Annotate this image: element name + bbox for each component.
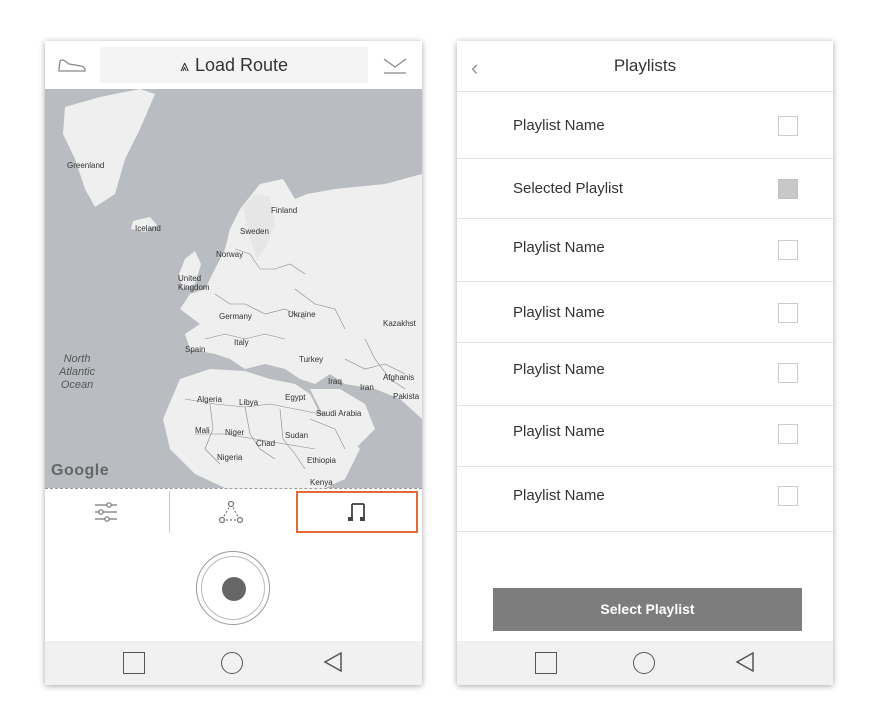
map-label-saudi-arabia: Saudi Arabia [316, 409, 362, 418]
map-label-mali: Mali [195, 426, 210, 435]
map-label-sweden: Sweden [240, 227, 269, 236]
map-label-germany: Germany [219, 312, 252, 321]
map-label-greenland: Greenland [67, 161, 105, 170]
map-label-sudan: Sudan [285, 431, 309, 440]
map-label-libya: Libya [239, 398, 259, 407]
tab-route[interactable] [169, 491, 292, 533]
map-label-afghanistan: Afghanis [383, 373, 415, 382]
playlist-name: Selected Playlist [513, 180, 624, 197]
recents-icon[interactable] [535, 652, 557, 674]
tab-music[interactable] [296, 491, 418, 533]
playlist-checkbox[interactable] [778, 486, 798, 506]
playlist-checkbox[interactable] [778, 363, 798, 383]
recents-icon[interactable] [123, 652, 145, 674]
playlist-name: Playlist Name [513, 239, 605, 256]
map-label-spain: Spain [185, 345, 206, 354]
playlist-checkbox[interactable] [778, 240, 798, 260]
playlist-checkbox[interactable] [778, 424, 798, 444]
music-note-icon [348, 503, 365, 521]
map-label-turkey: Turkey [299, 355, 324, 364]
android-nav-bar [45, 641, 422, 685]
playlist-checkbox[interactable] [778, 179, 798, 199]
record-icon [222, 577, 246, 601]
back-icon[interactable] [322, 651, 344, 673]
map-label-iran: Iran [360, 383, 374, 392]
map-label-ukraine: Ukraine [288, 310, 316, 319]
playlist-row[interactable]: Playlist Name [457, 343, 833, 406]
page-title: Playlists [613, 56, 677, 75]
load-route-text: Load Route [194, 55, 289, 75]
map-label-chad: Chad [256, 439, 276, 448]
top-bar: ⩓ Load Route [45, 41, 422, 89]
playlist-name: Playlist Name [513, 423, 605, 440]
playlist-name: Playlist Name [513, 117, 605, 134]
sliders-icon [95, 502, 117, 522]
mode-tabs [45, 488, 422, 537]
record-area [45, 536, 422, 641]
route-screen: ⩓ Load Route Greenland Iceland Finland S… [45, 41, 422, 685]
playlist-row[interactable]: Playlist Name [457, 406, 833, 467]
tab-settings[interactable] [45, 491, 167, 533]
map-label-finland: Finland [271, 206, 298, 215]
back-icon[interactable] [734, 651, 756, 673]
map-label-kenya: Kenya [310, 478, 333, 487]
map-label-ethiopia: Ethiopia [307, 456, 336, 465]
playlist-row[interactable]: Playlist Name [457, 282, 833, 343]
playlist-checkbox[interactable] [778, 116, 798, 136]
select-playlist-button[interactable]: Select Playlist [493, 588, 802, 631]
map-label-pakistan: Pakista [393, 392, 420, 401]
playlist-row[interactable]: Playlist Name [457, 467, 833, 532]
home-icon[interactable] [221, 652, 243, 674]
playlist-row[interactable]: Playlist Name [457, 219, 833, 282]
shoe-icon[interactable] [57, 55, 87, 75]
map-label-kazakhstan: Kazakhst [383, 319, 416, 328]
record-button[interactable] [196, 551, 270, 625]
playlists-header: ‹ Playlists [457, 41, 833, 92]
map-label-iceland: Iceland [135, 224, 161, 233]
home-icon[interactable] [633, 652, 655, 674]
route-nodes-icon [218, 500, 244, 524]
playlist-name: Playlist Name [513, 361, 605, 378]
load-route-button[interactable]: ⩓ Load Route [100, 47, 368, 83]
map-label-ocean: North Atlantic Ocean [59, 353, 96, 391]
android-nav-bar [457, 641, 833, 685]
map-label-uk: United Kingdom [178, 274, 210, 292]
playlist-name: Playlist Name [513, 304, 605, 321]
playlists-screen: ‹ Playlists Playlist Name Selected Playl… [457, 41, 833, 685]
save-route-icon[interactable] [383, 55, 407, 75]
map-label-italy: Italy [234, 338, 249, 347]
load-route-label: ⩓ Load Route [100, 47, 368, 83]
map-label-algeria: Algeria [197, 395, 222, 404]
map-label-iraq: Iraq [328, 377, 342, 386]
playlist-name: Playlist Name [513, 487, 605, 504]
map-label-norway: Norway [216, 250, 244, 259]
playlist-row[interactable]: Selected Playlist [457, 159, 833, 219]
playlist-checkbox[interactable] [778, 303, 798, 323]
map-label-egypt: Egypt [285, 393, 306, 402]
playlist-row[interactable]: Playlist Name [457, 92, 833, 159]
map-label-nigeria: Nigeria [217, 453, 243, 462]
world-map[interactable]: Greenland Iceland Finland Sweden Norway … [45, 89, 422, 488]
route-triangle-icon: ⩓ [179, 58, 189, 75]
map-label-niger: Niger [225, 428, 245, 437]
google-logo: Google [51, 462, 110, 479]
